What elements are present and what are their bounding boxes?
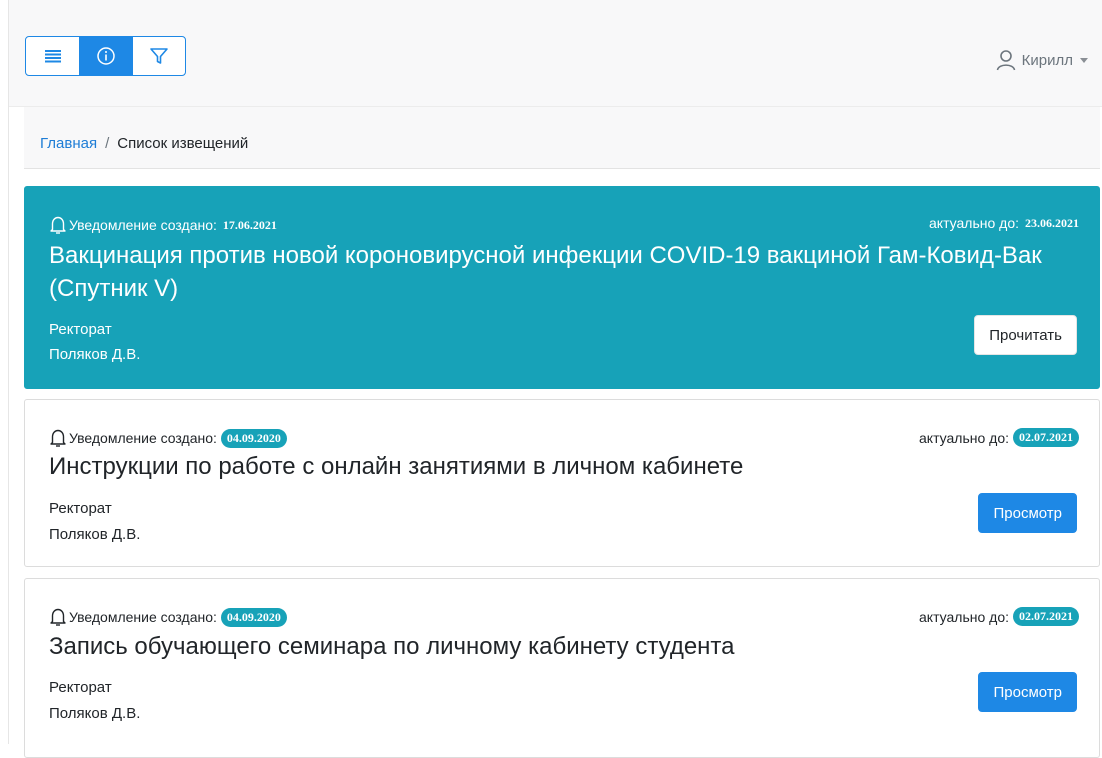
created-label: Уведомление создано:	[69, 609, 217, 625]
view-toggle-group	[25, 36, 186, 76]
filter-button[interactable]	[132, 37, 185, 75]
created-date-badge: 04.09.2020	[220, 428, 287, 448]
info-button[interactable]	[79, 37, 132, 75]
valid-date-badge: 02.07.2021	[1013, 607, 1079, 626]
read-button[interactable]: Прочитать	[974, 315, 1077, 355]
bell-icon	[50, 608, 66, 626]
valid-label: актуально до:	[919, 429, 1009, 446]
top-navbar: Кирилл	[9, 0, 1102, 107]
view-button[interactable]: Просмотр	[978, 672, 1077, 712]
user-name: Кирилл	[1021, 51, 1073, 69]
valid-label: актуально до:	[919, 608, 1009, 625]
notification-created: Уведомление создано: 04.09.2020	[49, 428, 287, 448]
notification-valid-until: актуально до: 23.06.2021	[929, 215, 1079, 231]
breadcrumb-home-link[interactable]: Главная	[40, 135, 97, 152]
notification-created: Уведомление создано: 17.06.2021	[49, 215, 277, 235]
breadcrumb: Главная / Список извещений	[40, 135, 248, 152]
notification-title: Инструкции по работе с онлайн занятиями …	[49, 453, 744, 480]
bell-icon	[50, 429, 66, 447]
user-icon	[996, 50, 1015, 71]
created-date: 17.06.2021	[222, 217, 277, 232]
created-date-badge: 04.09.2020	[220, 607, 287, 627]
notification-card: Уведомление создано: 04.09.2020 актуальн…	[24, 399, 1100, 567]
notification-author: Поляков Д.В.	[49, 705, 141, 722]
notification-created: Уведомление создано: 04.09.2020	[49, 607, 287, 627]
valid-date-badge: 02.07.2021	[1013, 428, 1079, 447]
notification-title: Запись обучающего семинара по личному ка…	[49, 633, 735, 660]
valid-label: актуально до:	[929, 215, 1019, 231]
info-icon	[97, 47, 115, 65]
notification-card: Уведомление создано: 04.09.2020 актуальн…	[24, 578, 1100, 758]
breadcrumb-current: Список извещений	[117, 135, 249, 152]
notification-author: Поляков Д.В.	[49, 526, 141, 543]
menu-icon	[44, 50, 61, 63]
notification-valid-until: актуально до: 02.07.2021	[919, 428, 1079, 447]
chevron-down-icon	[1080, 57, 1088, 63]
notification-card: Уведомление создано: 17.06.2021 актуальн…	[24, 186, 1100, 389]
created-label: Уведомление создано:	[69, 217, 217, 233]
notification-author: Поляков Д.В.	[49, 346, 141, 363]
valid-date: 23.06.2021	[1025, 215, 1079, 230]
notification-department: Ректорат	[49, 679, 112, 696]
created-label: Уведомление создано:	[69, 430, 217, 446]
left-rail	[0, 0, 9, 744]
breadcrumb-separator: /	[105, 135, 110, 152]
breadcrumb-bar: Главная / Список извещений	[24, 107, 1100, 169]
notification-title: Вакцинация против новой короновирусной и…	[49, 242, 1042, 302]
notification-department: Ректорат	[49, 321, 112, 338]
notification-department: Ректорат	[49, 500, 112, 517]
filter-icon	[150, 48, 168, 64]
menu-button[interactable]	[26, 37, 79, 75]
notification-valid-until: актуально до: 02.07.2021	[919, 607, 1079, 626]
view-button[interactable]: Просмотр	[978, 493, 1077, 533]
bell-icon	[50, 216, 66, 234]
user-menu[interactable]: Кирилл	[996, 49, 1088, 71]
